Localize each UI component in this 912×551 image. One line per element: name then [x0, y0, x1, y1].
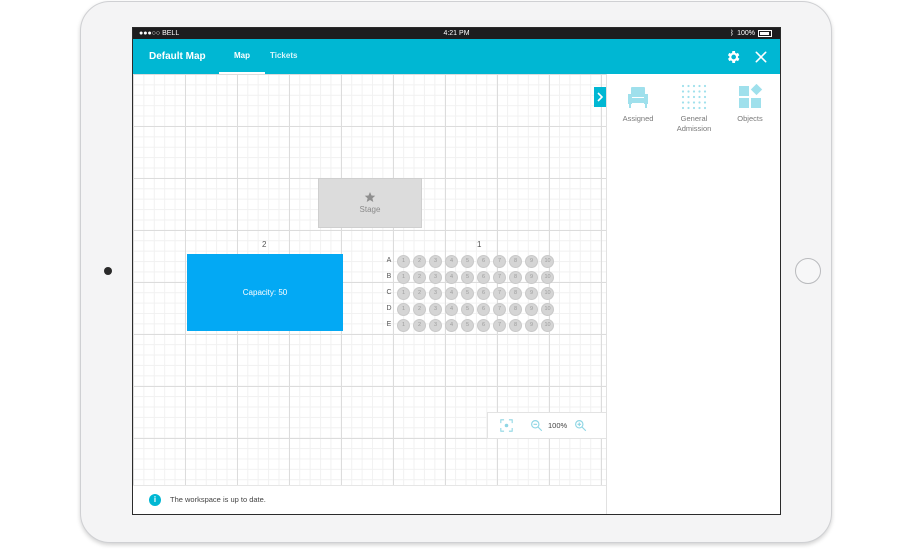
seat[interactable]: 9: [525, 255, 538, 268]
app-screen: ●●●○○ BELL 4:21 PM ᛒ 100% Default Map Ma…: [132, 27, 781, 515]
fit-to-screen-icon[interactable]: [500, 419, 513, 432]
seat[interactable]: 9: [525, 287, 538, 300]
seat[interactable]: 3: [429, 271, 442, 284]
seat[interactable]: 8: [509, 255, 522, 268]
seat[interactable]: 2: [413, 287, 426, 300]
zoom-out-icon[interactable]: [530, 419, 543, 432]
seat[interactable]: 7: [493, 287, 506, 300]
status-bar: ●●●○○ BELL 4:21 PM ᛒ 100%: [133, 28, 780, 39]
tool-assigned[interactable]: Assigned: [610, 84, 666, 124]
star-icon: [364, 192, 376, 202]
seat[interactable]: 6: [477, 271, 490, 284]
tab-map[interactable]: Map: [219, 39, 265, 74]
seat[interactable]: 4: [445, 255, 458, 268]
seat[interactable]: 10: [541, 255, 554, 268]
tool-label: Objects: [737, 114, 763, 123]
seat[interactable]: 4: [445, 303, 458, 316]
armchair-icon: [628, 87, 648, 108]
ga-capacity-label: Capacity: 50: [242, 288, 288, 297]
tab-tickets[interactable]: Tickets: [270, 39, 297, 74]
seat[interactable]: 2: [413, 255, 426, 268]
seat[interactable]: 7: [493, 319, 506, 332]
seat[interactable]: 6: [477, 303, 490, 316]
workspace-status-bar: i The workspace is up to date.: [133, 485, 606, 514]
map-title: Default Map: [149, 51, 206, 62]
seat[interactable]: 3: [429, 255, 442, 268]
seat[interactable]: 10: [541, 319, 554, 332]
seat[interactable]: 5: [461, 255, 474, 268]
seat[interactable]: 5: [461, 271, 474, 284]
seat[interactable]: 7: [493, 303, 506, 316]
general-admission-block[interactable]: Capacity: 50: [187, 254, 343, 331]
seat[interactable]: 10: [541, 303, 554, 316]
seat[interactable]: 9: [525, 303, 538, 316]
row-label: D: [386, 305, 392, 312]
seat[interactable]: 6: [477, 255, 490, 268]
seat[interactable]: 2: [413, 303, 426, 316]
seat[interactable]: 6: [477, 319, 490, 332]
seat[interactable]: 1: [397, 255, 410, 268]
seat[interactable]: 4: [445, 319, 458, 332]
tool-general-admission[interactable]: General Admission: [666, 84, 722, 134]
battery-icon: [758, 30, 772, 37]
seat[interactable]: 8: [509, 287, 522, 300]
seat[interactable]: 4: [445, 271, 458, 284]
seat[interactable]: 9: [525, 319, 538, 332]
tool-objects[interactable]: Objects: [722, 84, 778, 124]
row-label: B: [386, 273, 392, 280]
zoom-controls: 100%: [487, 412, 606, 439]
zoom-in-icon[interactable]: [574, 419, 587, 432]
seat[interactable]: 9: [525, 271, 538, 284]
seat[interactable]: 10: [541, 287, 554, 300]
stage-object[interactable]: Stage: [318, 178, 422, 228]
close-icon[interactable]: [753, 49, 769, 65]
clock: 4:21 PM: [443, 30, 470, 37]
battery-status: ᛒ 100%: [730, 28, 772, 39]
row-label: C: [386, 289, 392, 296]
tool-label: General Admission: [676, 114, 712, 133]
seat[interactable]: 7: [493, 255, 506, 268]
row-label: A: [386, 257, 392, 264]
seat[interactable]: 1: [397, 319, 410, 332]
section-number-2: 2: [262, 240, 267, 249]
gear-icon[interactable]: [725, 49, 741, 65]
seat[interactable]: 3: [429, 319, 442, 332]
seat[interactable]: 5: [461, 319, 474, 332]
workspace-status-message: The workspace is up to date.: [170, 495, 266, 504]
panel-toggle-button[interactable]: [594, 87, 606, 107]
seat[interactable]: 1: [397, 271, 410, 284]
front-camera: [104, 267, 112, 275]
info-icon: i: [149, 494, 161, 506]
seat[interactable]: 7: [493, 271, 506, 284]
seat[interactable]: 1: [397, 303, 410, 316]
battery-percent: 100%: [737, 30, 755, 37]
stage-label: Stage: [359, 205, 381, 214]
section-number-1: 1: [477, 240, 482, 249]
dotted-grid-icon: [681, 84, 707, 110]
shapes-icon: [739, 84, 763, 108]
seat[interactable]: 5: [461, 303, 474, 316]
seat[interactable]: 10: [541, 271, 554, 284]
app-header: Default Map Map Tickets: [133, 39, 780, 74]
seat[interactable]: 3: [429, 287, 442, 300]
tools-panel: Assigned General Admission Objects: [606, 74, 780, 514]
seat[interactable]: 4: [445, 287, 458, 300]
seat[interactable]: 5: [461, 287, 474, 300]
seat[interactable]: 1: [397, 287, 410, 300]
seat[interactable]: 8: [509, 303, 522, 316]
zoom-level: 100%: [548, 421, 568, 430]
seat[interactable]: 8: [509, 319, 522, 332]
seat[interactable]: 2: [413, 319, 426, 332]
seat[interactable]: 6: [477, 287, 490, 300]
tool-label: Assigned: [622, 114, 654, 123]
seat[interactable]: 8: [509, 271, 522, 284]
seat[interactable]: 3: [429, 303, 442, 316]
row-label: E: [386, 321, 392, 328]
seat[interactable]: 2: [413, 271, 426, 284]
home-button[interactable]: [795, 258, 821, 284]
bluetooth-icon: ᛒ: [729, 30, 735, 37]
chevron-right-icon: [597, 92, 604, 102]
